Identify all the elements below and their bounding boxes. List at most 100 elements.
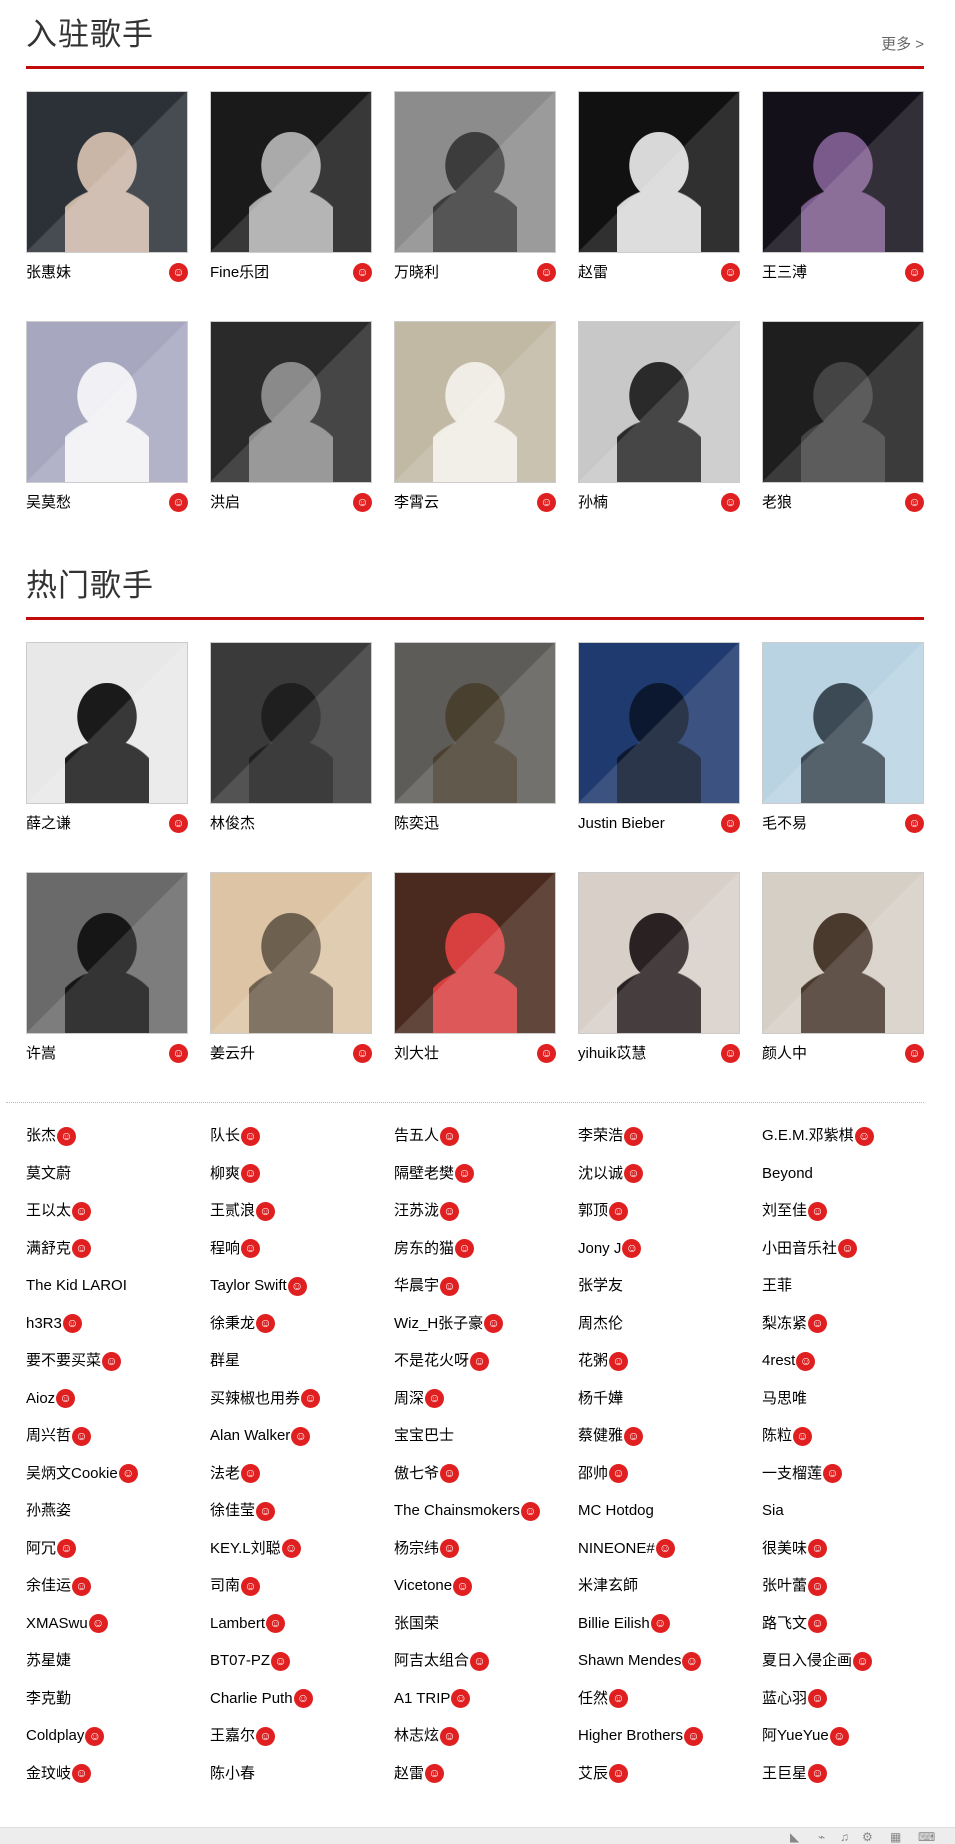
artist-profile-icon[interactable] — [823, 1464, 843, 1484]
artist-profile-icon[interactable] — [72, 1764, 92, 1784]
artist-profile-icon[interactable] — [905, 1044, 924, 1063]
artist-name[interactable]: 房东的猫 — [394, 1240, 454, 1257]
artist-name[interactable]: 老狼 — [762, 494, 792, 511]
more-link[interactable]: 更多 > — [881, 33, 924, 54]
artist-name[interactable]: 张杰 — [26, 1127, 56, 1144]
artist-name[interactable]: 陈小春 — [210, 1765, 255, 1782]
artist-name[interactable]: 徐佳莹 — [210, 1502, 255, 1519]
artist-profile-icon[interactable] — [808, 1764, 828, 1784]
artist-profile-icon[interactable] — [118, 1464, 138, 1484]
artist-profile-icon[interactable] — [455, 1239, 475, 1259]
artist-list-item[interactable]: 周深 — [394, 1380, 578, 1418]
artist-list-item[interactable]: Sia — [762, 1492, 946, 1530]
artist-name[interactable]: A1 TRIP — [394, 1690, 450, 1707]
artist-name[interactable]: yihuik苡慧 — [578, 1045, 646, 1062]
artist-list-item[interactable]: Higher Brothers — [578, 1717, 762, 1755]
artist-list-item[interactable]: 阿YueYue — [762, 1717, 946, 1755]
artist-profile-icon[interactable] — [266, 1614, 286, 1634]
artist-list-item[interactable]: 程响 — [210, 1230, 394, 1268]
artist-profile-icon[interactable] — [905, 814, 924, 833]
artist-name[interactable]: 孙楠 — [578, 494, 608, 511]
artist-profile-icon[interactable] — [72, 1239, 92, 1259]
artist-profile-icon[interactable] — [721, 493, 740, 512]
artist-profile-icon[interactable] — [291, 1426, 311, 1446]
artist-profile-icon[interactable] — [281, 1539, 301, 1559]
artist-name[interactable]: 周兴哲 — [26, 1427, 71, 1444]
artist-name[interactable]: 沈以诚 — [578, 1165, 623, 1182]
artist-list-item[interactable]: 宝宝巴士 — [394, 1417, 578, 1455]
artist-photo[interactable] — [210, 91, 372, 253]
artist-name[interactable]: 王三溥 — [762, 264, 807, 281]
artist-profile-icon[interactable] — [721, 263, 740, 282]
artist-photo[interactable] — [210, 642, 372, 804]
artist-card[interactable]: 老狼 — [762, 321, 924, 551]
artist-profile-icon[interactable] — [808, 1689, 828, 1709]
artist-name[interactable]: 赵雷 — [394, 1765, 424, 1782]
artist-name[interactable]: h3R3 — [26, 1315, 62, 1332]
artist-name[interactable]: Fine乐团 — [210, 264, 269, 281]
artist-card[interactable]: 孙楠 — [578, 321, 740, 551]
artist-profile-icon[interactable] — [808, 1576, 828, 1596]
artist-list-item[interactable]: 一支榴莲 — [762, 1455, 946, 1493]
artist-profile-icon[interactable] — [440, 1201, 460, 1221]
artist-name[interactable]: 苏星婕 — [26, 1652, 71, 1669]
artist-profile-icon[interactable] — [169, 493, 188, 512]
artist-photo[interactable] — [26, 321, 188, 483]
artist-name[interactable]: 群星 — [210, 1352, 240, 1369]
artist-profile-icon[interactable] — [808, 1314, 828, 1334]
artist-list-item[interactable]: 余佳运 — [26, 1567, 210, 1605]
artist-profile-icon[interactable] — [609, 1764, 629, 1784]
artist-profile-icon[interactable] — [102, 1351, 122, 1371]
artist-profile-icon[interactable] — [520, 1501, 540, 1521]
artist-list-item[interactable]: 王嘉尔 — [210, 1717, 394, 1755]
artist-profile-icon[interactable] — [684, 1726, 704, 1746]
artist-list-item[interactable]: Aioz — [26, 1380, 210, 1418]
artist-name[interactable]: 李克勤 — [26, 1690, 71, 1707]
artist-profile-icon[interactable] — [241, 1464, 261, 1484]
artist-name[interactable]: 万晓利 — [394, 264, 439, 281]
artist-name[interactable]: 路飞文 — [762, 1615, 807, 1632]
artist-list-item[interactable]: 蔡健雅 — [578, 1417, 762, 1455]
artist-list-item[interactable]: 米津玄師 — [578, 1567, 762, 1605]
artist-profile-icon[interactable] — [169, 814, 188, 833]
artist-name[interactable]: 阿冗 — [26, 1540, 56, 1557]
artist-list-item[interactable]: NINEONE# — [578, 1530, 762, 1568]
artist-list-item[interactable]: 赵雷 — [394, 1755, 578, 1793]
artist-name[interactable]: 一支榴莲 — [762, 1465, 822, 1482]
artist-list-item[interactable]: 柳爽 — [210, 1155, 394, 1193]
artist-list-item[interactable]: Billie Eilish — [578, 1605, 762, 1643]
artist-photo[interactable] — [762, 91, 924, 253]
artist-list-item[interactable]: 小田音乐社 — [762, 1230, 946, 1268]
artist-list-item[interactable]: 隔壁老樊 — [394, 1155, 578, 1193]
artist-name[interactable]: 王嘉尔 — [210, 1727, 255, 1744]
artist-name[interactable]: 吴炳文Cookie — [26, 1465, 118, 1482]
artist-profile-icon[interactable] — [650, 1614, 670, 1634]
artist-list-item[interactable]: XMASwu — [26, 1605, 210, 1643]
artist-photo[interactable] — [26, 642, 188, 804]
artist-name[interactable]: 宝宝巴士 — [394, 1427, 454, 1444]
artist-name[interactable]: Billie Eilish — [578, 1615, 650, 1632]
artist-card[interactable]: Fine乐团 — [210, 91, 372, 321]
artist-profile-icon[interactable] — [425, 1389, 445, 1409]
artist-card[interactable]: 颜人中 — [762, 872, 924, 1102]
artist-photo[interactable] — [210, 872, 372, 1034]
artist-profile-icon[interactable] — [353, 493, 372, 512]
artist-list-item[interactable]: 阿冗 — [26, 1530, 210, 1568]
artist-list-item[interactable]: 郭顶 — [578, 1192, 762, 1230]
artist-list-item[interactable]: 队长 — [210, 1117, 394, 1155]
artist-profile-icon[interactable] — [72, 1426, 92, 1446]
artist-name[interactable]: 不是花火呀 — [394, 1352, 469, 1369]
artist-name[interactable]: 队长 — [210, 1127, 240, 1144]
artist-list-item[interactable]: 莫文蔚 — [26, 1155, 210, 1193]
artist-name[interactable]: 张惠妹 — [26, 264, 71, 281]
artist-profile-icon[interactable] — [470, 1651, 490, 1671]
artist-name[interactable]: Charlie Puth — [210, 1690, 293, 1707]
artist-name[interactable]: Beyond — [762, 1165, 813, 1182]
artist-list-item[interactable]: 周兴哲 — [26, 1417, 210, 1455]
artist-list-item[interactable]: 李克勤 — [26, 1680, 210, 1718]
artist-card[interactable]: 李霄云 — [394, 321, 556, 551]
artist-name[interactable]: 张学友 — [578, 1277, 623, 1294]
artist-card[interactable]: 刘大壮 — [394, 872, 556, 1102]
artist-name[interactable]: Justin Bieber — [578, 815, 665, 832]
artist-profile-icon[interactable] — [451, 1689, 471, 1709]
